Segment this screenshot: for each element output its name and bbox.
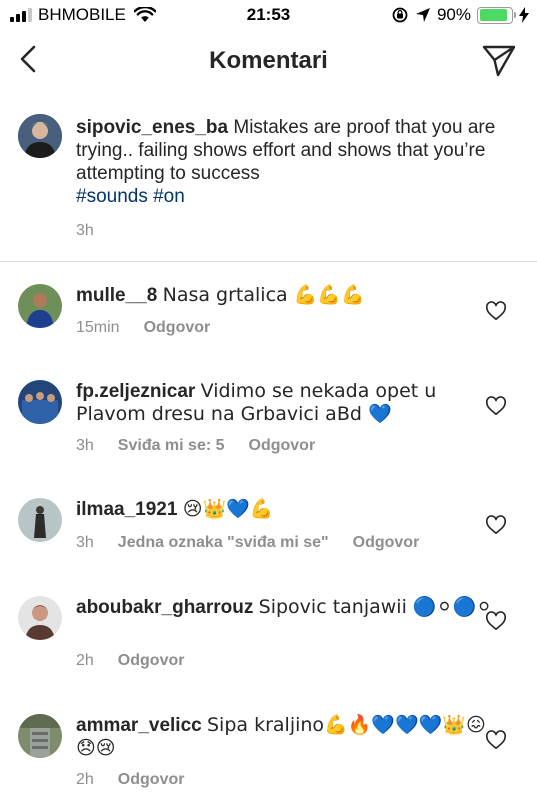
- orientation-lock-icon: [392, 7, 408, 23]
- avatar[interactable]: [18, 714, 62, 758]
- page-title: Komentari: [209, 47, 328, 74]
- avatar-photo: [18, 714, 62, 758]
- reply-button[interactable]: Odgovor: [353, 534, 420, 552]
- comment-item: fp.zeljeznicar Vidimo se nekada opet u P…: [0, 378, 537, 474]
- comment-username[interactable]: fp.zeljeznicar: [76, 381, 195, 402]
- comment-body: Nasa grtalica 💪💪💪: [162, 284, 365, 306]
- avatar[interactable]: [18, 596, 62, 640]
- avatar[interactable]: [18, 380, 62, 424]
- comment-time: 3h: [76, 437, 94, 454]
- direct-message-button[interactable]: [481, 42, 517, 78]
- comment-text: fp.zeljeznicar Vidimo se nekada opet u P…: [76, 380, 501, 426]
- comment-time: 3h: [76, 534, 94, 551]
- charging-icon: [519, 7, 529, 23]
- reply-button[interactable]: Odgovor: [118, 652, 185, 670]
- caption-time: 3h: [76, 222, 94, 239]
- comment-meta: 2h Odgovor: [76, 652, 184, 670]
- caption: sipovic_enes_ba Mistakes are proof that …: [0, 112, 537, 262]
- comment-meta: 3h Sviđa mi se: 5 Odgovor: [76, 437, 315, 455]
- caption-hashtags[interactable]: #sounds #on: [76, 186, 185, 207]
- comment-text: ilmaa_1921 😢👑💙💪: [76, 498, 501, 521]
- comment-time: 2h: [76, 771, 94, 788]
- header: Komentari: [0, 30, 537, 92]
- like-heart-icon[interactable]: [485, 515, 507, 535]
- status-left: BHMOBILE: [10, 5, 156, 25]
- likes-count[interactable]: Sviđa mi se: 5: [118, 437, 225, 455]
- comment-text: ammar_velicc Sipa kraljino💪🔥💙💙💙👑😖😞😢: [76, 714, 501, 760]
- comment-item: ammar_velicc Sipa kraljino💪🔥💙💙💙👑😖😞😢 2h O…: [0, 712, 537, 800]
- battery-percent: 90%: [436, 5, 471, 24]
- caption-meta: 3h: [76, 222, 94, 240]
- comment-item: aboubakr_gharrouz Sipovic tanjawii 🔵⚪🔵⚪ …: [0, 594, 537, 690]
- comment-body: 😢👑💙💪: [182, 498, 274, 520]
- battery-level: [479, 9, 508, 21]
- comment-meta: 3h Jedna oznaka "sviđa mi se" Odgovor: [76, 534, 419, 552]
- signal-icon: [10, 8, 32, 22]
- avatar-photo: [18, 380, 62, 424]
- like-heart-icon[interactable]: [485, 611, 507, 631]
- comment-username[interactable]: ammar_velicc: [76, 715, 202, 736]
- caption-username[interactable]: sipovic_enes_ba: [76, 117, 228, 138]
- avatar[interactable]: [18, 498, 62, 542]
- carrier-name: BHMOBILE: [38, 5, 126, 24]
- comment-body: Sipovic tanjawii 🔵⚪🔵⚪: [258, 596, 493, 618]
- reply-button[interactable]: Odgovor: [249, 437, 316, 455]
- reply-button[interactable]: Odgovor: [118, 771, 185, 789]
- comment-time: 15min: [76, 319, 120, 336]
- like-heart-icon[interactable]: [485, 730, 507, 750]
- back-button[interactable]: [14, 44, 44, 74]
- avatar[interactable]: [18, 114, 62, 158]
- like-heart-icon[interactable]: [485, 301, 507, 321]
- avatar-photo: [18, 498, 62, 542]
- avatar[interactable]: [18, 284, 62, 328]
- status-right: 90%: [391, 5, 529, 25]
- comment-meta: 2h Odgovor: [76, 771, 184, 789]
- comment-text: aboubakr_gharrouz Sipovic tanjawii 🔵⚪🔵⚪: [76, 596, 501, 619]
- avatar-photo: [18, 114, 62, 158]
- comment-username[interactable]: ilmaa_1921: [76, 499, 177, 520]
- comment-item: ilmaa_1921 😢👑💙💪 3h Jedna oznaka "sviđa m…: [0, 496, 537, 568]
- comment-text: mulle__8 Nasa grtalica 💪💪💪: [76, 284, 501, 307]
- likes-count[interactable]: Jedna oznaka "sviđa mi se": [118, 534, 329, 552]
- avatar-photo: [18, 284, 62, 328]
- wifi-icon: [133, 7, 156, 22]
- comment-item: mulle__8 Nasa grtalica 💪💪💪 15min Odgovor: [0, 282, 537, 354]
- avatar-photo: [18, 596, 62, 640]
- like-heart-icon[interactable]: [485, 396, 507, 416]
- reply-button[interactable]: Odgovor: [144, 319, 211, 337]
- comment-time: 2h: [76, 652, 94, 669]
- comment-meta: 15min Odgovor: [76, 319, 210, 337]
- caption-text: sipovic_enes_ba Mistakes are proof that …: [76, 116, 501, 208]
- comment-username[interactable]: mulle__8: [76, 285, 157, 306]
- status-bar: BHMOBILE 21:53 90%: [0, 0, 537, 30]
- comment-username[interactable]: aboubakr_gharrouz: [76, 597, 253, 618]
- battery-icon: [477, 6, 516, 24]
- location-icon: [415, 8, 430, 22]
